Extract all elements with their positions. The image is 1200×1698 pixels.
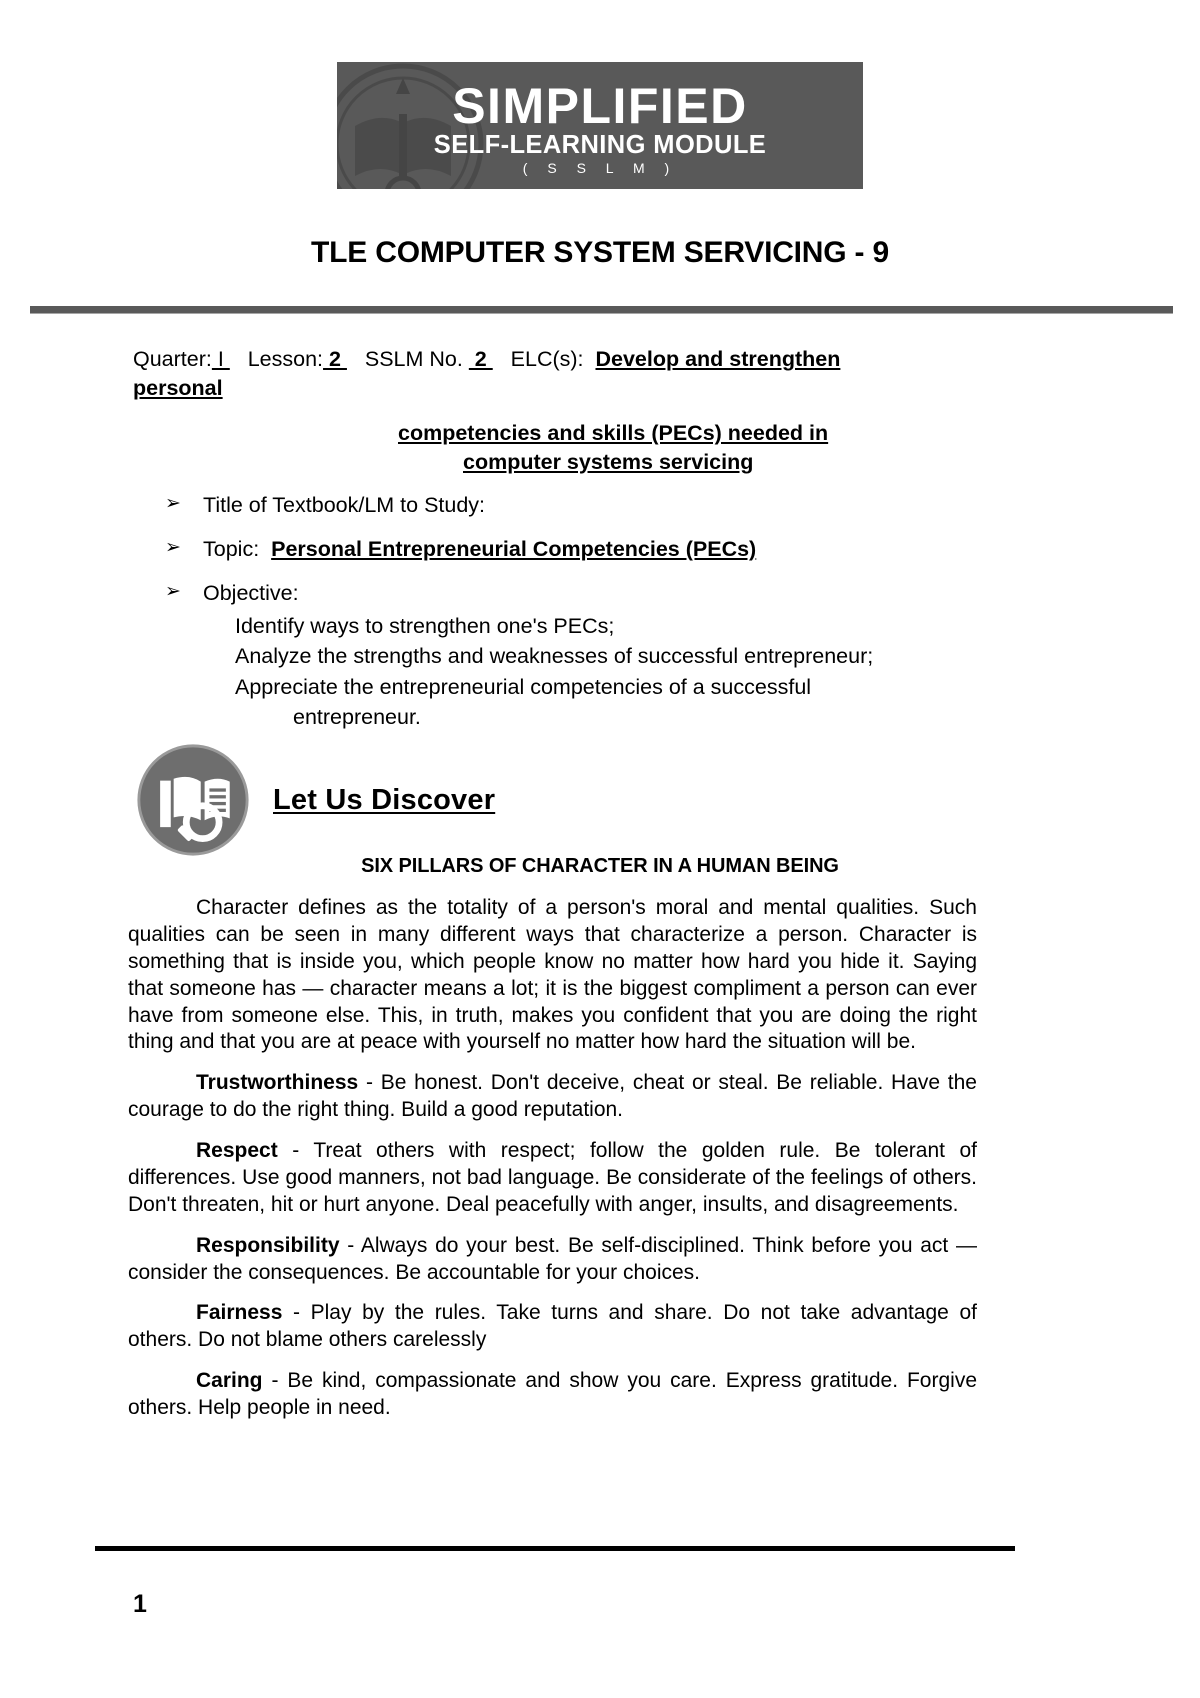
header-banner-container: TION SIMPLIFIED SELF-LEARNING MODULE ( S… <box>0 62 1200 189</box>
elc-label: ELC(s): <box>510 347 584 371</box>
section-title: Let Us Discover <box>273 783 496 816</box>
textbook-label: Title of Textbook/LM to Study: <box>203 493 486 517</box>
banner-acronym: ( S S L M ) <box>522 159 678 176</box>
info-bullet-list: ➢ Title of Textbook/LM to Study: ➢ Topic… <box>165 492 1045 750</box>
topic-row: Topic: Personal Entrepreneurial Competen… <box>203 536 1045 563</box>
quarter-value: I <box>211 347 230 371</box>
sslm-label: SSLM No. <box>364 347 463 371</box>
quarter-label: Quarter: <box>133 347 212 371</box>
pillar-paragraph: Fairness - Play by the rules. Take turns… <box>128 1300 977 1354</box>
pillar-paragraph: Respect - Treat others with respect; fol… <box>128 1138 977 1219</box>
banner-subtitle: SELF-LEARNING MODULE <box>433 130 767 159</box>
elc-value-line3: competencies and skills (PECs) needed in <box>398 420 829 445</box>
page-title: TLE COMPUTER SYSTEM SERVICING - 9 <box>311 236 889 269</box>
meta-line-continuation: competencies and skills (PECs) needed in… <box>133 419 1033 477</box>
meta-block: Quarter: I Lesson: 2 SSLM No. 2 ELC(s): … <box>133 345 1033 477</box>
objective-item: Analyze the strengths and weaknesses of … <box>235 644 874 669</box>
arrow-bullet-icon: ➢ <box>165 580 181 602</box>
pillar-name: Fairness <box>196 1301 283 1325</box>
pillar-paragraph: Responsibility - Always do your best. Be… <box>128 1233 977 1287</box>
banner-title: SIMPLIFIED <box>452 77 748 134</box>
objective-item: entrepreneur. <box>293 705 421 730</box>
content-body: Character defines as the totality of a p… <box>128 895 977 1422</box>
pillar-name: Respect <box>196 1139 278 1162</box>
content-heading: SIX PILLARS OF CHARACTER IN A HUMAN BEIN… <box>361 855 839 877</box>
page-number: 1 <box>133 1590 147 1618</box>
elc-value-line1: Develop and strengthen <box>595 347 841 371</box>
list-item: ➢ Topic: Personal Entrepreneurial Compet… <box>165 536 1045 563</box>
arrow-bullet-icon: ➢ <box>165 536 181 558</box>
objective-list: Identify ways to strengthen one's PECs; … <box>235 611 1045 733</box>
list-item: ➢ Objective: Identify ways to strengthen… <box>165 580 1045 733</box>
title-divider <box>30 306 1173 314</box>
footer-divider <box>95 1546 1015 1551</box>
lesson-label: Lesson: <box>247 347 324 371</box>
meta-line-secondary: personal <box>133 374 1033 402</box>
lesson-value: 2 <box>323 347 347 371</box>
pillar-name: Caring <box>196 1369 263 1393</box>
sslm-value: 2 <box>468 347 493 371</box>
topic-value: Personal Entrepreneurial Competencies (P… <box>271 536 757 561</box>
meta-line-primary: Quarter: I Lesson: 2 SSLM No. 2 ELC(s): … <box>133 345 1033 373</box>
pillar-name: Responsibility <box>196 1233 340 1257</box>
list-item: ➢ Title of Textbook/LM to Study: <box>165 492 1045 519</box>
elc-value-line2: personal <box>133 376 223 401</box>
pillar-paragraph: Trustworthiness - Be honest. Don't decei… <box>128 1070 977 1124</box>
objective-item: Appreciate the entrepreneurial competenc… <box>235 674 812 699</box>
objective-item: Identify ways to strengthen one's PECs; <box>235 613 615 638</box>
arrow-bullet-icon: ➢ <box>165 493 181 514</box>
intro-paragraph: Character defines as the totality of a p… <box>128 896 977 1054</box>
pillar-name: Trustworthiness <box>196 1071 359 1095</box>
pillar-paragraph: Caring - Be kind, compassionate and show… <box>128 1368 977 1422</box>
topic-label: Topic: <box>203 536 260 561</box>
section-header: Let Us Discover <box>135 742 495 858</box>
objective-block: Objective: Identify ways to strengthen o… <box>203 580 1045 733</box>
book-magnifier-icon <box>137 744 249 856</box>
elc-value-line4: computer systems servicing <box>463 449 754 474</box>
document-page: TION SIMPLIFIED SELF-LEARNING MODULE ( S… <box>0 0 1200 1698</box>
header-banner: TION SIMPLIFIED SELF-LEARNING MODULE ( S… <box>337 62 863 189</box>
objective-label: Objective: <box>203 580 299 605</box>
